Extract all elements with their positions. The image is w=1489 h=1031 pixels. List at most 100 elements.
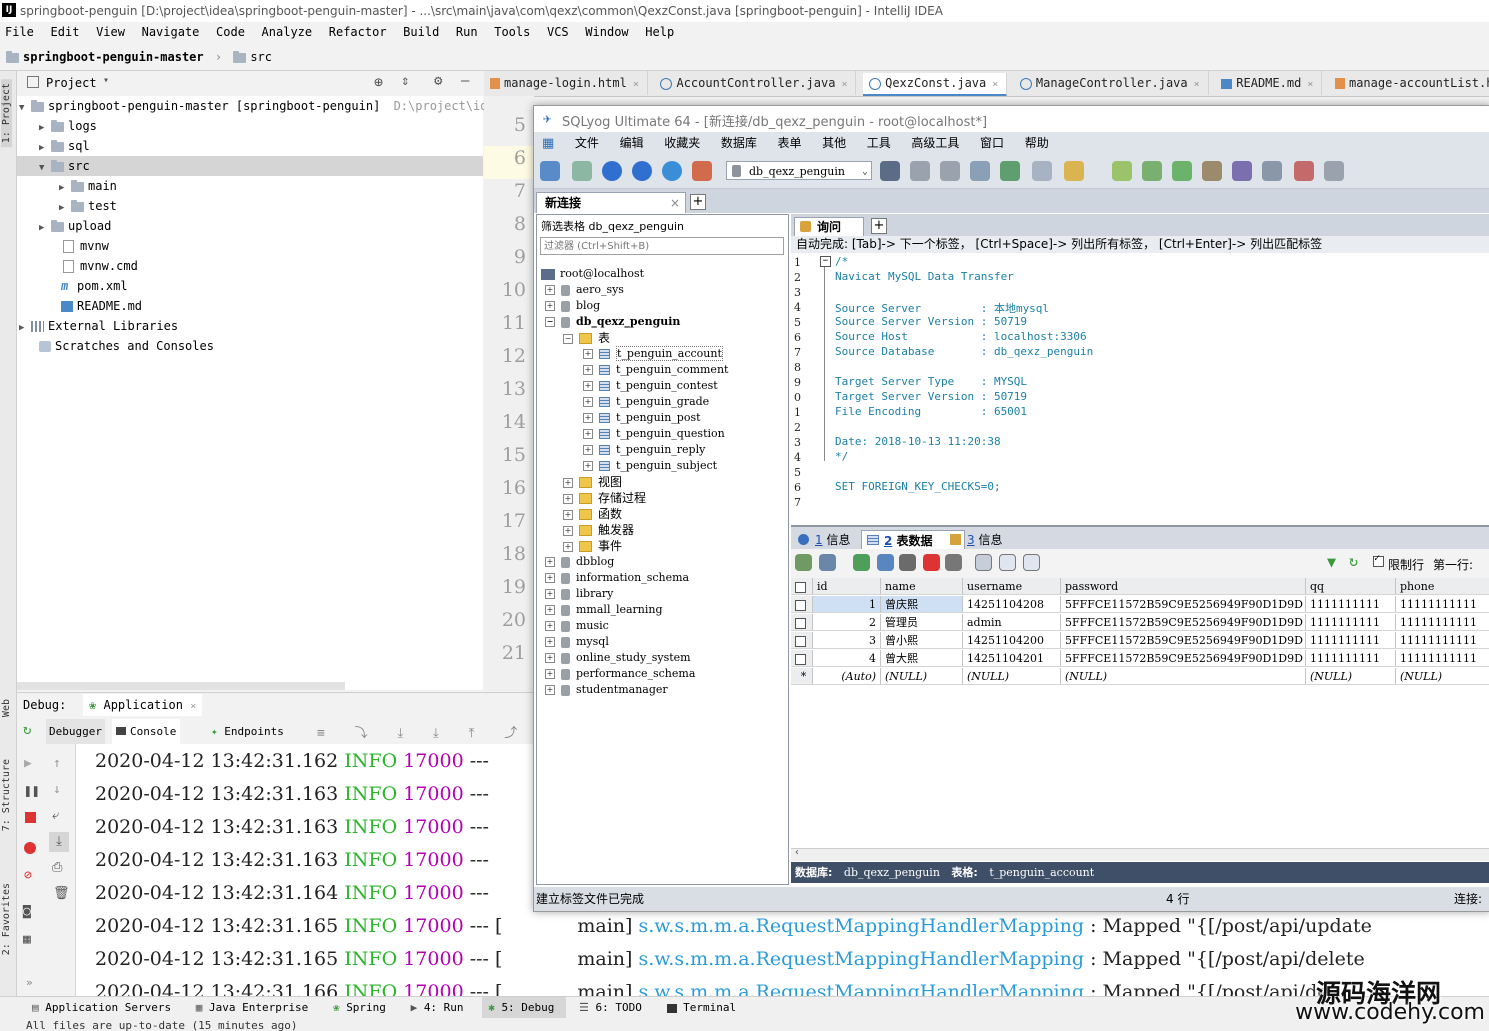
chevron-left-icon[interactable]: ‹ (794, 847, 800, 858)
grid-cell[interactable]: 2 (813, 614, 881, 631)
db-node[interactable]: + mmall_learning (545, 602, 663, 618)
export-icon[interactable] (795, 554, 812, 571)
view-breakpoints-icon[interactable] (24, 842, 36, 854)
tree-item-mvnw[interactable]: mvnw (63, 236, 109, 256)
grid-cell[interactable]: 5FFFCE11572B59C9E5256949F90D1D9D (1061, 632, 1306, 649)
horizontal-scrollbar[interactable] (17, 682, 345, 690)
grid-view-icon[interactable] (975, 554, 992, 571)
refresh-icon[interactable] (662, 161, 682, 181)
chevron-right-icon[interactable]: ▶ (59, 178, 71, 198)
menu-file[interactable]: File (0, 22, 39, 42)
grid-cell[interactable]: 11111111111 (1396, 632, 1489, 649)
collapse-icon[interactable]: − (545, 317, 555, 327)
soft-wrap-icon[interactable]: ⤶ (52, 808, 59, 823)
sy-menu-edit[interactable]: 编辑 (613, 132, 651, 154)
expand-icon[interactable]: + (545, 285, 555, 295)
expand-icon[interactable]: + (545, 637, 555, 647)
expand-icon[interactable]: + (545, 621, 555, 631)
grid-cell[interactable]: 14251104200 (963, 632, 1061, 649)
tab-endpoints[interactable]: ✦ Endpoints (207, 719, 288, 744)
filter-icon[interactable]: ▼ (1327, 553, 1336, 571)
tree-item-external-libraries[interactable]: ▶ External Libraries (19, 316, 178, 336)
expand-icon[interactable]: + (563, 477, 573, 488)
tab-qexz-const[interactable]: QexzConst.java × (863, 73, 1008, 96)
tool-window-project[interactable]: 1: Project (1, 79, 12, 148)
grid-cell[interactable]: 3 (813, 632, 881, 649)
sy-menu-help[interactable]: 帮助 (1018, 132, 1056, 154)
expand-icon[interactable]: + (583, 445, 593, 455)
grid-cell[interactable]: 5FFFCE11572B59C9E5256949F90D1D9D (1061, 596, 1306, 613)
more-icon[interactable]: » (26, 976, 33, 989)
job-agent-icon[interactable] (1232, 161, 1252, 181)
close-icon[interactable]: × (190, 701, 196, 712)
expand-icon[interactable]: + (545, 685, 555, 695)
query-editor[interactable]: − 1 /* 2 Navicat MySQL Data Transfer 3 4 Sourc… (791, 253, 1489, 521)
tree-root-connection[interactable]: root@localhost (541, 266, 644, 282)
table-node[interactable]: + t_penguin_post (583, 410, 701, 426)
copy-db-icon[interactable] (1202, 161, 1222, 181)
expand-icon[interactable]: + (583, 381, 593, 391)
tool-terminal[interactable]: Terminal (661, 997, 749, 1019)
tool-window-structure[interactable]: 7: Structure (1, 759, 12, 831)
db-node[interactable]: + information_schema (545, 570, 689, 586)
procedures-folder[interactable]: + 存储过程 (563, 490, 646, 506)
tab-debugger[interactable]: Debugger (46, 719, 105, 744)
tab-account-controller[interactable]: AccountController.java × (654, 71, 857, 95)
locate-icon[interactable]: ⊕ (374, 73, 383, 91)
grid-cell[interactable]: 11111111111 (1396, 650, 1489, 667)
tree-root[interactable]: ▼ springboot-penguin-master [springboot-p… (19, 96, 495, 116)
tab-manage-controller[interactable]: ManageController.java × (1014, 71, 1209, 95)
sy-menu-favorites[interactable]: 收藏夹 (657, 132, 707, 154)
chevron-down-icon[interactable]: ▾ (103, 75, 109, 86)
new-connection-using-icon[interactable] (572, 161, 592, 181)
functions-folder[interactable]: + 函数 (563, 506, 622, 522)
hide-icon[interactable]: – (461, 73, 469, 89)
close-icon[interactable]: × (841, 79, 847, 90)
db-node-active[interactable]: − db_qexz_penguin (545, 314, 680, 330)
menu-refactor[interactable]: Refactor (324, 22, 392, 42)
tree-item-pom[interactable]: m pom.xml (61, 276, 128, 296)
expand-icon[interactable]: + (563, 541, 573, 552)
tool-spring[interactable]: ❀ Spring (327, 997, 398, 1019)
db-node[interactable]: + performance_schema (545, 666, 695, 682)
stop-icon[interactable] (25, 812, 36, 823)
table-node[interactable]: + t_penguin_reply (583, 442, 705, 458)
grid-cell-placeholder[interactable]: (NULL) (963, 668, 1061, 685)
tool-todo[interactable]: ☰ 6: TODO (573, 997, 654, 1019)
tables-folder[interactable]: − 表 (563, 330, 610, 346)
execute-all-icon[interactable] (632, 161, 652, 181)
breadcrumb-src[interactable]: src (250, 50, 272, 64)
tool-window-web[interactable]: Web (1, 699, 12, 717)
events-folder[interactable]: + 事件 (563, 538, 622, 554)
db-node[interactable]: + mysql (545, 634, 609, 650)
tool-application-servers[interactable]: ▤ Application Servers (26, 997, 183, 1019)
data-sync-icon[interactable] (1142, 161, 1162, 181)
row-checkbox[interactable] (795, 653, 806, 665)
menu-edit[interactable]: Edit (46, 22, 85, 42)
chevron-down-icon[interactable]: ▼ (39, 158, 51, 178)
tree-item-test[interactable]: ▶ test (59, 196, 117, 216)
grid-cell[interactable]: 11111111111 (1396, 614, 1489, 631)
table-node[interactable]: + t_penguin_account (583, 346, 723, 362)
grid-cell[interactable]: admin (963, 614, 1061, 631)
table-node[interactable]: + t_penguin_grade (583, 394, 709, 410)
up-arrow-icon[interactable]: ↑ (53, 756, 61, 771)
sy-menu-file[interactable]: 文件 (568, 132, 606, 154)
grid-cell[interactable]: 1 (813, 596, 881, 613)
debug-config-tab[interactable]: ❀ Application × (83, 694, 203, 717)
sqlyog-menu-icon[interactable]: ▦ (534, 133, 561, 155)
expand-icon[interactable]: + (583, 461, 593, 471)
table-node[interactable]: + t_penguin_comment (583, 362, 728, 378)
tree-item-upload[interactable]: ▶ upload (39, 216, 111, 236)
tree-item-main[interactable]: ▶ main (59, 176, 117, 196)
expand-icon[interactable]: + (583, 365, 593, 375)
save-icon[interactable] (899, 554, 916, 571)
close-icon[interactable]: × (1307, 79, 1313, 90)
backup-icon[interactable] (970, 161, 990, 181)
tree-item-logs[interactable]: ▶ logs (39, 116, 97, 136)
text-view-icon[interactable] (1023, 554, 1040, 571)
resume-icon[interactable]: ▶ (24, 756, 32, 771)
tree-item-readme[interactable]: README.md (61, 296, 142, 316)
tool-run[interactable]: ▶ 4: Run (405, 997, 476, 1019)
grid-cell-placeholder[interactable]: (NULL) (1306, 668, 1396, 685)
